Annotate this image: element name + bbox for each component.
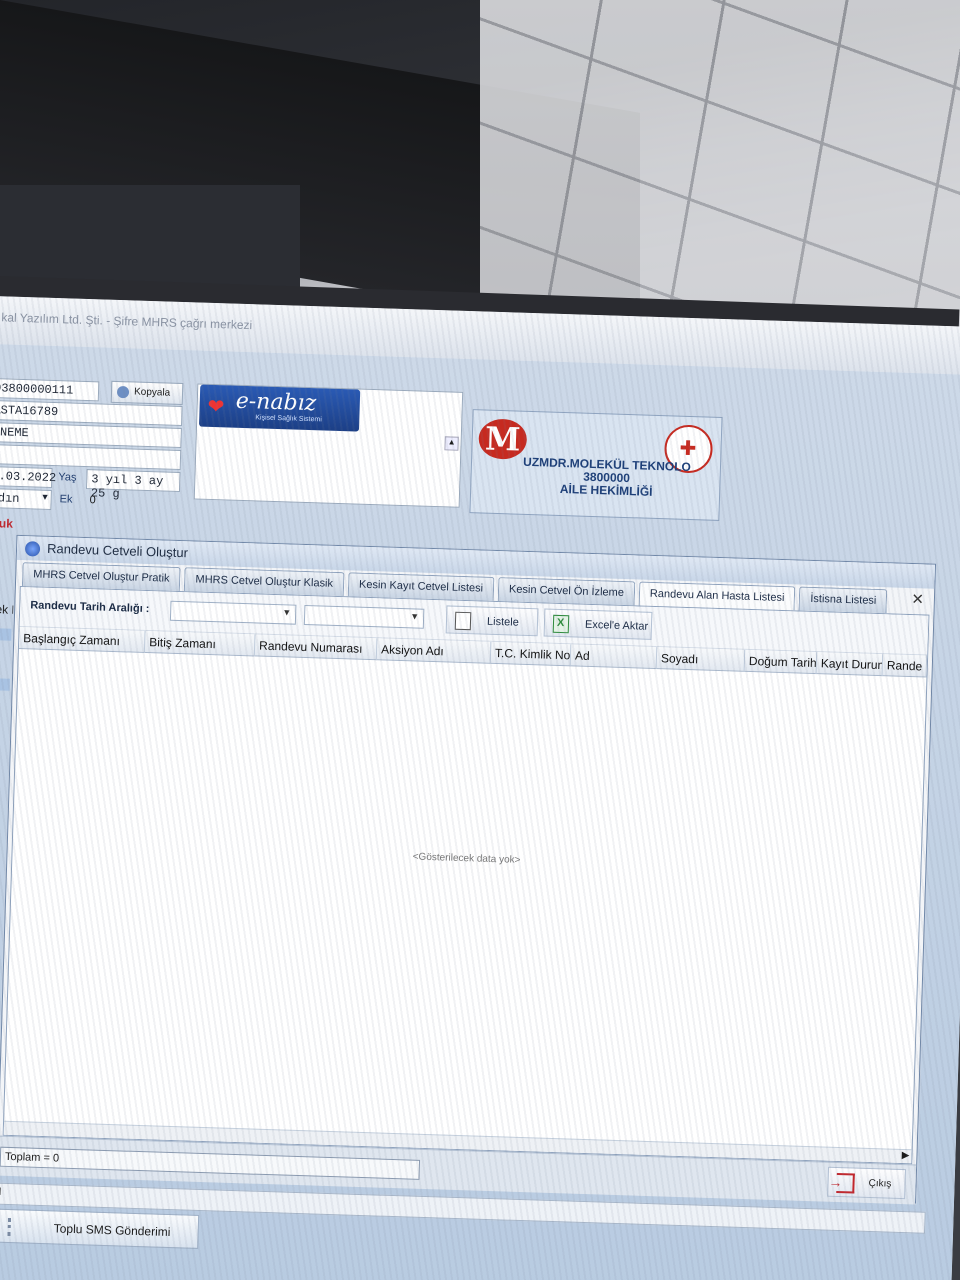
list-icon — [7, 1217, 25, 1237]
name-field[interactable] — [0, 443, 182, 471]
date-range-label: Randevu Tarih Aralığı : — [30, 599, 150, 616]
column-header[interactable]: Doğum Tarihi — [744, 649, 818, 675]
heart-icon: ❤ — [207, 395, 225, 419]
list-button-label: Listele — [486, 615, 519, 629]
enabiz-panel: ❤ e-nabız Kişisel Sağlık Sistemi ▲ — [193, 383, 464, 508]
ek-label: Ek — [59, 493, 73, 506]
close-icon[interactable]: ✕ — [911, 590, 924, 608]
dialog-title: Randevu Cetveli Oluştur — [46, 540, 189, 561]
exit-icon — [836, 1172, 855, 1194]
end-date-picker[interactable]: ▼ — [303, 604, 425, 629]
cocuk-label: ocuk — [0, 515, 14, 531]
copy-icon — [116, 385, 130, 399]
scroll-up-icon[interactable]: ▲ — [444, 436, 459, 451]
document-search-icon — [454, 611, 472, 631]
age-field[interactable]: 3 yıl 3 ay 25 g — [85, 469, 181, 501]
window-title: kal Yazılım Ltd. Şti. - Şifre MHRS çağrı… — [1, 310, 253, 333]
organization-panel: M UZMDR.MOLEKÜL TEKNOLO 3800000 AİLE HEK… — [469, 409, 723, 521]
organization-info: UZMDR.MOLEKÜL TEKNOLO 3800000 AİLE HEKİM… — [491, 455, 722, 501]
column-header[interactable]: Aksiyon Adı — [376, 638, 492, 664]
chevron-down-icon: ▼ — [42, 492, 48, 503]
column-header[interactable]: Randevu Numarası — [254, 634, 378, 661]
column-header[interactable]: Kayıt Durum — [816, 652, 884, 677]
empty-grid-message: <Gösterilecek data yok> — [412, 851, 521, 866]
chevron-down-icon: ▼ — [282, 607, 292, 618]
chevron-down-icon: ▼ — [410, 611, 420, 622]
tc-no-field[interactable]: 03800000111 — [0, 377, 100, 402]
monitor-screen: kal Yazılım Ltd. Şti. - Şifre MHRS çağrı… — [0, 296, 960, 1280]
tab-content: Randevu Tarih Aralığı : ▼ ▼ Listele X Ex… — [2, 586, 930, 1165]
organization-logo: M — [478, 418, 528, 460]
copy-button-label: Kopyala — [133, 386, 171, 399]
excel-button-label: Excel'e Aktar — [584, 618, 649, 633]
gender-value: adın — [0, 491, 20, 506]
birth-date-field[interactable]: 1.03.2022 — [0, 465, 56, 488]
tab-istisna[interactable]: İstisna Listesi — [798, 586, 888, 614]
randevu-cetveli-dialog: Randevu Cetveli Oluştur ✕ MHRS Cetvel Ol… — [0, 534, 937, 1205]
copy-button[interactable]: Kopyala — [110, 380, 184, 406]
exit-button-label: Çıkış — [868, 1177, 892, 1190]
bulk-sms-label: Toplu SMS Gönderimi — [53, 1221, 171, 1240]
column-header[interactable]: Başlangıç Zamanı — [18, 627, 146, 653]
side-marker — [0, 677, 10, 691]
age-label: Yaş — [58, 471, 77, 484]
column-header[interactable]: Rande — [882, 654, 928, 678]
column-header[interactable]: Bitiş Zamanı — [144, 630, 256, 657]
excel-icon — [552, 614, 570, 634]
total-count: Toplam = 0 — [0, 1146, 421, 1180]
gender-select[interactable]: adın ▼ — [0, 487, 52, 510]
column-header[interactable]: Ad — [570, 644, 658, 670]
exit-button[interactable]: Çıkış — [827, 1166, 907, 1200]
enabiz-logo-text: e-nabız — [235, 388, 317, 417]
scroll-right-icon[interactable]: ▶ — [902, 1150, 910, 1161]
start-date-picker[interactable]: ▼ — [169, 600, 297, 625]
scroll-left-icon[interactable]: ◀ — [0, 1185, 1, 1196]
app-icon — [24, 541, 41, 557]
ceiling-tiles — [480, 0, 960, 330]
side-marker — [0, 627, 12, 641]
enabiz-logo[interactable]: ❤ e-nabız Kişisel Sağlık Sistemi — [199, 384, 361, 432]
surname-field[interactable]: ENEME — [0, 421, 182, 449]
ek-value: 0 — [89, 494, 96, 507]
column-header[interactable]: Soyadı — [656, 647, 746, 672]
list-button[interactable]: Listele — [445, 605, 539, 637]
column-header[interactable]: T.C. Kimlik No — [490, 641, 572, 667]
enabiz-tagline: Kişisel Sağlık Sistemi — [255, 414, 322, 424]
excel-export-button[interactable]: Excel'e Aktar — [543, 608, 653, 640]
bulk-sms-button[interactable]: Toplu SMS Gönderimi — [0, 1208, 200, 1249]
app-body: 03800000111 Kopyala ASTA16789 ENEME 1.03… — [0, 343, 960, 1280]
